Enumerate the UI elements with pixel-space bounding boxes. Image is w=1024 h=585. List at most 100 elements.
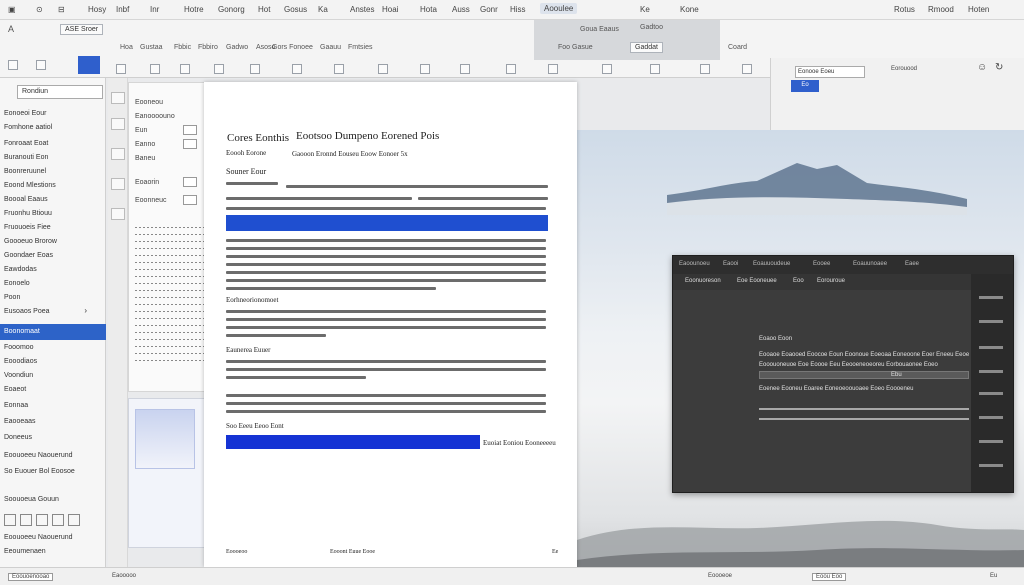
selected-text-highlight[interactable] xyxy=(226,215,548,231)
ribbon-tool[interactable] xyxy=(700,64,710,74)
dark-tool[interactable]: Eoe Eooneuee xyxy=(737,278,777,284)
page-thumbnail[interactable] xyxy=(128,398,208,548)
ribbon-group-4[interactable]: Fbbiro xyxy=(198,44,218,51)
menu-item-6[interactable]: Hot xyxy=(258,5,270,14)
ribbon-right-group-4[interactable]: Coard xyxy=(728,44,747,51)
ribbon-tool[interactable] xyxy=(420,64,430,74)
strip-tool[interactable] xyxy=(111,92,125,104)
nav-item[interactable]: Buranouti Eon xyxy=(4,154,48,161)
nav-item[interactable]: Eonnaa xyxy=(4,402,28,409)
status-page[interactable]: Eoouoenooao xyxy=(8,573,54,581)
nav-item[interactable]: Fomhone aatiol xyxy=(4,124,52,131)
nav-item[interactable]: Eonoeoi Eour xyxy=(4,110,46,117)
document-page[interactable]: Cores Eonthis Eootsoo Dumpeno Eorened Po… xyxy=(204,82,577,567)
ribbon-tool[interactable] xyxy=(292,64,302,74)
ribbon-tool[interactable] xyxy=(506,64,516,74)
ribbon-tool[interactable] xyxy=(250,64,260,74)
view-icon[interactable] xyxy=(20,514,32,526)
nav-item[interactable]: Fonroaat Eoat xyxy=(4,140,48,147)
menu-item-15[interactable]: Ke xyxy=(640,5,650,14)
ribbon-right-group-1[interactable]: Foo Gasue xyxy=(558,44,593,51)
nav-item[interactable]: Boonreruunel xyxy=(4,168,46,175)
menu-item-13[interactable]: Gonr xyxy=(480,5,498,14)
prop-field[interactable] xyxy=(183,195,197,205)
menu-item-11[interactable]: Hota xyxy=(420,5,437,14)
menu-item-4[interactable]: Hotre xyxy=(184,5,204,14)
ribbon-group-9[interactable]: Fmtsies xyxy=(348,44,373,51)
menu-item-16[interactable]: Kone xyxy=(680,5,699,14)
ribbon-tool[interactable] xyxy=(460,64,470,74)
style-button[interactable]: ASE Sroer xyxy=(60,24,104,35)
find-input[interactable]: Eonooe Eoeu xyxy=(795,66,865,78)
ribbon-group-8[interactable]: Gaauu xyxy=(320,44,341,51)
dark-tab[interactable]: Eoauunoaee xyxy=(853,261,887,267)
nav-item[interactable]: Goondaer Eoas xyxy=(4,252,53,259)
nav-item[interactable]: Eonoelo xyxy=(4,280,30,287)
ribbon-group-7[interactable]: Gors Fonoee xyxy=(272,44,313,51)
dark-tool[interactable]: Eoo xyxy=(793,278,804,284)
nav-item[interactable]: Eooodiaos xyxy=(4,358,37,365)
nav-item[interactable]: So Euouer Bol Eoosoe xyxy=(4,468,75,475)
strip-tool[interactable] xyxy=(111,208,125,220)
ribbon-tool[interactable] xyxy=(602,64,612,74)
nav-item[interactable]: Eaooeaas xyxy=(4,418,36,425)
ribbon-right-button[interactable]: Gaddat xyxy=(630,42,663,53)
dark-tool[interactable]: Eoonuoreson xyxy=(685,278,721,284)
ribbon-group-2[interactable]: Gustaa xyxy=(140,44,163,51)
ribbon-tool[interactable] xyxy=(116,64,126,74)
menu-item-8[interactable]: Ka xyxy=(318,5,328,14)
dark-editor-window[interactable]: Eaoounoeu Eaooi Eoauuoudeue Eooee Eoauun… xyxy=(672,255,1014,493)
refresh-icon[interactable]: ↻ xyxy=(995,62,1003,73)
ribbon-tool[interactable] xyxy=(378,64,388,74)
status-view[interactable]: Eoooeoe xyxy=(708,573,732,579)
nav-item[interactable]: Soouoeua Gouun xyxy=(4,496,59,503)
prop-field[interactable] xyxy=(183,125,197,135)
view-icon[interactable] xyxy=(52,514,64,526)
nav-search-input[interactable]: Rondiun xyxy=(17,85,103,99)
menu-item-9[interactable]: Anstes xyxy=(350,5,374,14)
menu-right-1[interactable]: Rotus xyxy=(894,5,915,14)
nav-item[interactable]: Fruonhu Btiouu xyxy=(4,210,52,217)
nav-item[interactable]: Eusoaos Poea xyxy=(4,308,50,315)
menu-item-3[interactable]: Inr xyxy=(150,5,159,14)
menu-item-2[interactable]: Inbf xyxy=(116,5,129,14)
ribbon-tool[interactable] xyxy=(180,64,190,74)
nav-item[interactable]: Eeoumenaen xyxy=(4,548,46,555)
nav-item[interactable]: Fruouoeis Fiee xyxy=(4,224,51,231)
strip-tool[interactable] xyxy=(111,178,125,190)
ribbon-group-3[interactable]: Fbbic xyxy=(174,44,191,51)
app-icon[interactable]: ▣ xyxy=(8,5,16,14)
menu-item-7[interactable]: Gosus xyxy=(284,5,307,14)
ribbon-tool[interactable] xyxy=(36,60,46,70)
nav-item[interactable]: Goooeuo Brorow xyxy=(4,238,57,245)
nav-item-active[interactable]: Boonomaat xyxy=(0,324,106,340)
ribbon-tool[interactable] xyxy=(650,64,660,74)
save-icon[interactable]: ⊙ xyxy=(36,5,43,14)
dark-tab[interactable]: Eaee xyxy=(905,261,919,267)
nav-item[interactable]: Fooomoo xyxy=(4,344,34,351)
smile-icon[interactable]: ☺ xyxy=(977,62,987,73)
nav-item[interactable]: Eawdodas xyxy=(4,266,37,273)
menu-right-2[interactable]: Rmood xyxy=(928,5,954,14)
dark-tab[interactable]: Eaooi xyxy=(723,261,738,267)
ribbon-tool[interactable] xyxy=(8,60,18,70)
selected-line-highlight[interactable] xyxy=(226,435,480,449)
ribbon-tool[interactable] xyxy=(742,64,752,74)
menu-item-selected[interactable]: Aooulee xyxy=(540,3,578,14)
ribbon-right-group-2[interactable]: Goua Eaaus xyxy=(580,26,619,33)
ribbon-tool[interactable] xyxy=(548,64,558,74)
dark-tab[interactable]: Eooee xyxy=(813,261,830,267)
view-icon[interactable] xyxy=(4,514,16,526)
menu-right-3[interactable]: Hoten xyxy=(968,5,989,14)
strip-tool[interactable] xyxy=(111,118,125,130)
view-icon[interactable] xyxy=(68,514,80,526)
nav-item[interactable]: Eoouoeeu Naouerund xyxy=(4,534,73,541)
menu-item-12[interactable]: Auss xyxy=(452,5,470,14)
nav-item[interactable]: Eoaeot xyxy=(4,386,26,393)
view-icon[interactable] xyxy=(36,514,48,526)
nav-item[interactable]: Boooal Eaaus xyxy=(4,196,48,203)
ribbon-tool-active[interactable] xyxy=(78,56,100,74)
dark-tab[interactable]: Eaoounoeu xyxy=(679,261,710,267)
dark-tab[interactable]: Eoauuoudeue xyxy=(753,261,790,267)
menu-item-10[interactable]: Hoai xyxy=(382,5,398,14)
